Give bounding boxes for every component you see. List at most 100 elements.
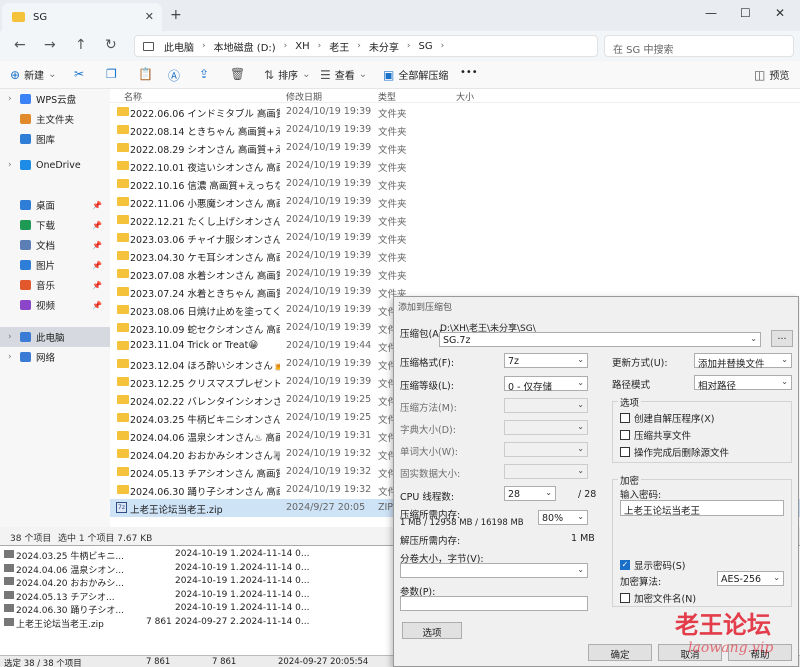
- update-select[interactable]: 添加并替换文件 ⌄: [694, 353, 792, 370]
- breadcrumb-unshared[interactable]: 未分享: [369, 39, 399, 54]
- file-row[interactable]: 2022.12.21 たくし上げシオンさん 高... 2024/10/19 19:…: [110, 211, 800, 229]
- delete-after-checkbox[interactable]: 操作完成后删除源文件: [620, 445, 729, 459]
- sidebar-item-label: 视频: [36, 301, 56, 312]
- bg-cell-name: 2024.05.13 チアシオ...: [16, 592, 115, 603]
- enc-method-select[interactable]: AES-256 ⌄: [717, 571, 784, 586]
- column-size[interactable]: 大小: [456, 90, 474, 103]
- sidebar-item[interactable]: 主文件夹: [0, 109, 110, 129]
- options-button[interactable]: 选项: [402, 622, 462, 639]
- chevron-right-icon[interactable]: ›: [8, 332, 18, 342]
- file-type: 文件夹: [378, 127, 407, 138]
- column-name[interactable]: 名称: [124, 90, 142, 103]
- paste-button[interactable]: 📋: [138, 67, 157, 81]
- location-icon: [20, 160, 31, 170]
- sort-icon: ⇅: [264, 67, 275, 82]
- folder-icon: [4, 590, 14, 599]
- sidebar-item[interactable]: › 网络: [0, 347, 110, 367]
- sidebar-item[interactable]: 图库: [0, 129, 110, 149]
- tab-close-icon[interactable]: ✕: [145, 10, 154, 23]
- sidebar-item[interactable]: › 此电脑: [0, 327, 110, 347]
- chevron-right-icon[interactable]: ›: [8, 352, 18, 362]
- breadcrumb-drive-d[interactable]: 本地磁盘 (D:): [214, 39, 276, 54]
- up-button[interactable]: ↑: [75, 37, 87, 53]
- sort-button[interactable]: ⇅ 排序 ⌄: [264, 67, 310, 83]
- breadcrumb-sg[interactable]: SG: [418, 41, 432, 52]
- compress-shared-checkbox[interactable]: 压缩共享文件: [620, 428, 691, 442]
- threads-select[interactable]: 28 ⌄: [504, 486, 556, 501]
- window-close-button[interactable]: ✕: [775, 6, 785, 20]
- sidebar-item[interactable]: 文档 📌: [0, 235, 110, 255]
- copy-button[interactable]: ❐: [106, 67, 121, 81]
- share-button[interactable]: ⇪: [199, 67, 213, 81]
- chevron-right-icon[interactable]: ›: [8, 160, 18, 170]
- file-row[interactable]: 2023.07.08 水着シオンさん 高画質+え... 2024/10/19 19…: [110, 265, 800, 283]
- file-row[interactable]: 2022.11.06 小悪魔シオンさん 高画質+... 2024/10/19 19…: [110, 193, 800, 211]
- delete-button[interactable]: 🗑: [230, 67, 249, 81]
- cut-button[interactable]: ✂: [74, 67, 88, 81]
- ok-button[interactable]: 确定: [588, 644, 652, 661]
- file-name: 2024.04.20 おおかみシオンさん🐺 +差分: [130, 451, 280, 462]
- bg-cell-created: 2024-11-14 0...: [240, 562, 310, 573]
- breadcrumb-this-pc[interactable]: 此电脑: [164, 39, 194, 54]
- format-select[interactable]: 7z ⌄: [504, 353, 588, 368]
- params-input[interactable]: [400, 596, 588, 611]
- back-button[interactable]: ←: [14, 37, 26, 53]
- tab-sg[interactable]: SG ✕: [2, 3, 162, 31]
- dict-select[interactable]: ⌄: [504, 420, 588, 435]
- chevron-right-icon[interactable]: ›: [8, 94, 18, 104]
- level-label: 压缩等级(L):: [400, 381, 454, 392]
- sidebar-item[interactable]: 视频 📌: [0, 295, 110, 315]
- rename-button[interactable]: Ⓐ: [168, 67, 184, 84]
- more-options-button[interactable]: •••: [460, 67, 478, 78]
- sidebar-item-label: 图库: [36, 135, 56, 146]
- level-select[interactable]: 0 - 仅存储 ⌄: [504, 376, 588, 393]
- new-button[interactable]: ⊕ 新建 ⌄: [10, 67, 56, 83]
- view-button[interactable]: ☰ 查看 ⌄: [320, 67, 367, 83]
- file-row[interactable]: 2023.04.30 ケモ耳シオンさん 高画質... 2024/10/19 19:…: [110, 247, 800, 265]
- column-type[interactable]: 类型: [378, 90, 396, 103]
- file-row[interactable]: 2022.08.14 ときちゃん 高画質+えっち... 2024/10/19 19…: [110, 121, 800, 139]
- search-input[interactable]: 在 SG 中搜索: [604, 35, 794, 57]
- scissors-icon: ✂: [74, 67, 85, 81]
- show-password-checkbox[interactable]: ✓ 显示密码(S): [620, 558, 685, 572]
- preview-pane-icon: ◫: [754, 67, 766, 82]
- browse-button[interactable]: ...: [771, 330, 793, 347]
- path-mode-select[interactable]: 相对路径 ⌄: [694, 375, 792, 392]
- maximize-button[interactable]: ☐: [740, 6, 751, 20]
- sidebar-item[interactable]: 下载 📌: [0, 215, 110, 235]
- split-select[interactable]: ⌄: [400, 563, 588, 578]
- file-row[interactable]: 2023.03.06 チャイナ服シオンさん 高画... 2024/10/19 19…: [110, 229, 800, 247]
- sidebar-item-label: WPS云盘: [36, 95, 77, 106]
- sidebar-item[interactable]: › OneDrive: [0, 155, 110, 175]
- preview-button[interactable]: ◫ 预览: [754, 67, 789, 83]
- sidebar-item[interactable]: 桌面 📌: [0, 195, 110, 215]
- mem-percent-select[interactable]: 80% ⌄: [538, 510, 588, 525]
- forward-button[interactable]: →: [44, 37, 56, 53]
- column-date[interactable]: 修改日期: [286, 90, 322, 103]
- archive-name-combo[interactable]: SG.7z ⌄: [439, 332, 761, 347]
- folder-icon: [117, 467, 129, 476]
- file-row[interactable]: 2022.06.06 インドミタブル 高画質+R... 2024/10/19 19…: [110, 103, 800, 121]
- method-select[interactable]: ⌄: [504, 398, 588, 413]
- solid-select[interactable]: ⌄: [504, 464, 588, 479]
- file-row[interactable]: 2022.10.16 信濃 高画質+えっちな差分 2024/10/19 19:39…: [110, 175, 800, 193]
- extract-all-button[interactable]: ▣ 全部解压缩: [383, 67, 448, 83]
- breadcrumb-xh[interactable]: XH: [295, 41, 309, 52]
- sidebar-item[interactable]: 图片 📌: [0, 255, 110, 275]
- word-select[interactable]: ⌄: [504, 442, 588, 457]
- create-sfx-checkbox[interactable]: 创建自解压程序(X): [620, 411, 714, 425]
- folder-icon: [117, 161, 129, 170]
- selection-info: 选中 1 个项目 7.67 KB: [58, 534, 153, 544]
- file-row[interactable]: 2022.08.29 シオンさん 高画質+えっち... 2024/10/19 19…: [110, 139, 800, 157]
- file-row[interactable]: 2022.10.01 夜這いシオンさん 高画質... 2024/10/19 19:…: [110, 157, 800, 175]
- sidebar-item[interactable]: › WPS云盘: [0, 89, 110, 109]
- refresh-button[interactable]: ↻: [105, 37, 117, 53]
- address-bar[interactable]: 此电脑 › 本地磁盘 (D:) › XH › 老王 › 未分享 › SG ›: [134, 35, 598, 57]
- minimize-button[interactable]: —: [705, 6, 717, 20]
- breadcrumb-laowang[interactable]: 老王: [329, 39, 349, 54]
- bg-cell-modified: 2024-10-19 1...: [175, 549, 245, 559]
- encrypt-names-checkbox[interactable]: 加密文件名(N): [620, 591, 696, 605]
- password-input[interactable]: 上老王论坛当老王: [620, 500, 784, 516]
- new-tab-button[interactable]: +: [170, 7, 182, 23]
- sidebar-item[interactable]: 音乐 📌: [0, 275, 110, 295]
